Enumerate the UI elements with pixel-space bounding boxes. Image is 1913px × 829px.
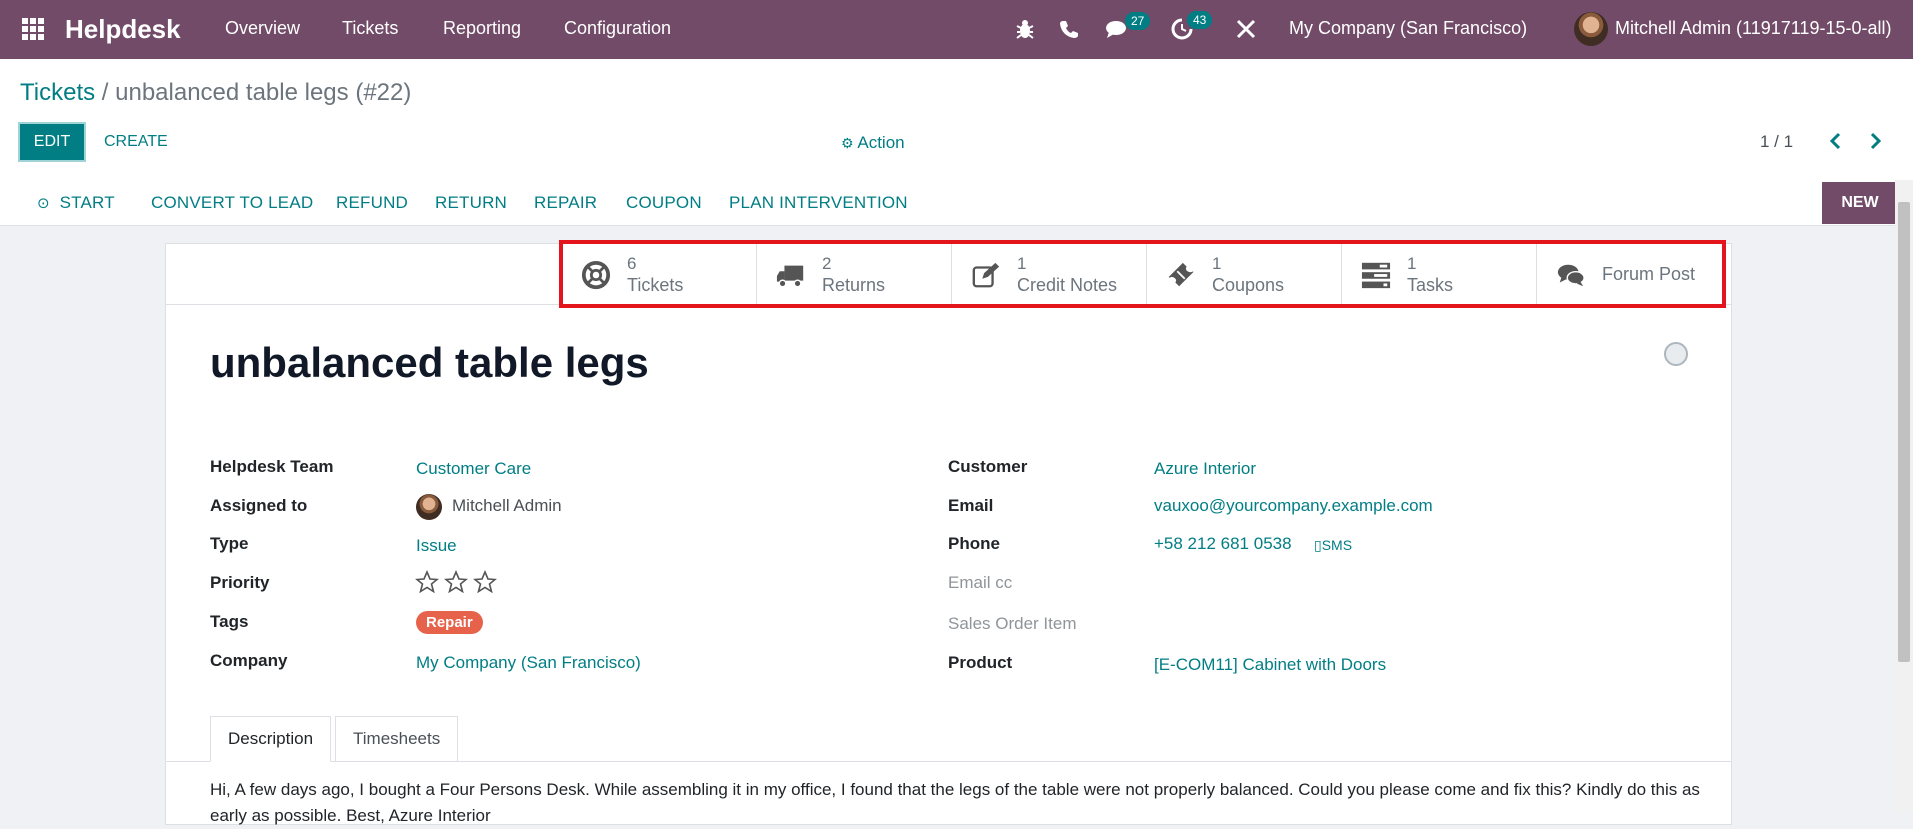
top-navbar: Helpdesk Overview Tickets Reporting Conf… (0, 0, 1913, 59)
tools-icon[interactable] (1233, 16, 1259, 42)
returns-count: 2 (822, 254, 832, 273)
tickets-count: 6 (627, 254, 637, 273)
priority-label: Priority (210, 573, 270, 592)
pencil-square-icon (972, 262, 1000, 288)
kanban-state-indicator[interactable] (1664, 342, 1688, 366)
smart-button-box: 6 Tickets 2 Returns 1 Credit Notes 1 Cou… (166, 244, 1731, 305)
assigned-to-value[interactable]: Mitchell Admin (452, 496, 562, 516)
scroll-thumb[interactable] (1898, 202, 1910, 662)
chevron-right-icon[interactable] (1864, 129, 1886, 153)
product-label: Product (948, 653, 1013, 672)
menu-configuration[interactable]: Configuration (564, 18, 671, 39)
coupon-button[interactable]: COUPON (626, 193, 702, 213)
user-menu[interactable]: Mitchell Admin (11917119-15-0-all) (1615, 18, 1891, 39)
coupons-label: Coupons (1212, 275, 1285, 295)
gear-icon: ⚙ (841, 135, 854, 151)
bug-icon[interactable] (1012, 16, 1038, 42)
tags-label: Tags (210, 612, 249, 631)
user-avatar[interactable] (1574, 12, 1608, 46)
sales-order-item-label: Sales Order Item (948, 614, 1077, 633)
breadcrumb: Tickets / unbalanced table legs (#22) (20, 79, 411, 107)
tag-repair[interactable]: Repair (416, 611, 483, 634)
form-sheet: 6 Tickets 2 Returns 1 Credit Notes 1 Cou… (165, 243, 1732, 825)
tasks-label: Tasks (1407, 275, 1454, 295)
priority-star-3-icon[interactable] (473, 570, 497, 594)
tickets-label: Tickets (627, 275, 684, 295)
action-menu[interactable]: ⚙ Action (841, 133, 905, 153)
company-value[interactable]: My Company (San Francisco) (416, 653, 641, 673)
tasks-count: 1 (1407, 254, 1417, 273)
product-value[interactable]: [E-COM11] Cabinet with Doors (1154, 655, 1386, 675)
description-text[interactable]: Hi, A few days ago, I bought a Four Pers… (210, 777, 1710, 829)
email-label: Email (948, 496, 994, 515)
page-scrollbar[interactable] (1895, 180, 1913, 812)
smart-button-tickets[interactable]: 6 Tickets (561, 244, 757, 304)
helpdesk-team-label: Helpdesk Team (210, 457, 334, 476)
returns-label: Returns (822, 275, 886, 295)
edit-button[interactable]: EDIT (18, 122, 86, 162)
type-value[interactable]: Issue (416, 536, 457, 556)
action-label: Action (857, 133, 905, 152)
statusbar: ⊙ START CONVERT TO LEAD REFUND RETURN RE… (0, 179, 1913, 226)
assigned-to-label: Assigned to (210, 496, 308, 515)
clock-icon: ⊙ (37, 195, 50, 212)
return-button[interactable]: RETURN (435, 193, 507, 213)
smart-button-coupons[interactable]: 1 Coupons (1146, 244, 1342, 304)
assignee-avatar (416, 494, 442, 520)
tab-timesheets[interactable]: Timesheets (335, 716, 459, 762)
pager-value[interactable]: 1 / 1 (1760, 132, 1793, 152)
control-panel: Tickets / unbalanced table legs (#22) ED… (0, 59, 1913, 180)
menu-overview[interactable]: Overview (225, 18, 300, 39)
menu-tickets[interactable]: Tickets (342, 18, 398, 39)
start-label: START (59, 193, 115, 212)
apps-grid-icon[interactable] (21, 17, 45, 41)
tab-description[interactable]: Description (210, 716, 332, 762)
credit-notes-label: Credit Notes (1017, 275, 1118, 295)
forum-post-label: Forum Post (1602, 264, 1696, 284)
mobile-icon: ▯ (1314, 537, 1322, 553)
smart-button-credit-notes[interactable]: 1 Credit Notes (951, 244, 1147, 304)
ticket-title[interactable]: unbalanced table legs (210, 339, 649, 387)
start-button[interactable]: ⊙ START (37, 193, 115, 213)
smart-button-tasks[interactable]: 1 Tasks (1341, 244, 1537, 304)
company-switcher[interactable]: My Company (San Francisco) (1289, 18, 1527, 39)
app-brand[interactable]: Helpdesk (65, 14, 181, 45)
repair-button[interactable]: REPAIR (534, 193, 597, 213)
company-label: Company (210, 651, 288, 670)
menu-reporting[interactable]: Reporting (443, 18, 521, 39)
priority-star-1-icon[interactable] (415, 570, 439, 594)
create-button[interactable]: CREATE (104, 133, 168, 151)
smart-button-returns[interactable]: 2 Returns (756, 244, 952, 304)
email-value[interactable]: vauxoo@yourcompany.example.com (1154, 496, 1433, 516)
sms-button[interactable]: ▯SMS (1314, 537, 1352, 554)
comments-icon (1557, 264, 1585, 287)
priority-star-2-icon[interactable] (444, 570, 468, 594)
plan-intervention-button[interactable]: PLAN INTERVENTION (729, 193, 908, 213)
convert-to-lead-button[interactable]: CONVERT TO LEAD (151, 193, 313, 213)
customer-value[interactable]: Azure Interior (1154, 459, 1256, 479)
coupons-count: 1 (1212, 254, 1222, 273)
sms-label: SMS (1321, 537, 1353, 553)
lifebuoy-icon (581, 260, 611, 290)
smart-button-forum-post[interactable]: Forum Post (1536, 244, 1732, 304)
type-label: Type (210, 534, 249, 553)
helpdesk-team-value[interactable]: Customer Care (416, 459, 531, 479)
credit-notes-count: 1 (1017, 254, 1027, 273)
breadcrumb-tickets-link[interactable]: Tickets (20, 79, 95, 106)
email-cc-label: Email cc (948, 573, 1013, 592)
customer-label: Customer (948, 457, 1028, 476)
phone-value[interactable]: +58 212 681 0538 (1154, 534, 1292, 554)
stage-new[interactable]: NEW (1822, 182, 1898, 224)
activities-badge: 43 (1187, 11, 1213, 29)
tasks-icon (1361, 262, 1391, 289)
refund-button[interactable]: REFUND (336, 193, 408, 213)
breadcrumb-current: / unbalanced table legs (#22) (101, 79, 412, 106)
messages-badge: 27 (1125, 12, 1151, 30)
ticket-icon (1168, 262, 1194, 287)
phone-label: Phone (948, 534, 1000, 553)
phone-icon[interactable] (1056, 16, 1082, 42)
chevron-left-icon[interactable] (1825, 129, 1847, 153)
truck-icon (776, 265, 804, 288)
